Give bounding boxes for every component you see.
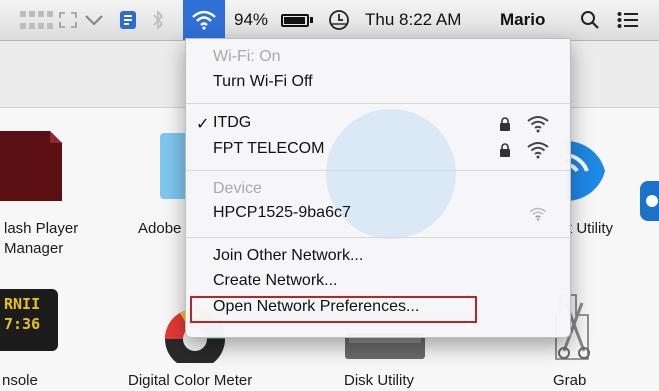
wifi-status-label: Wi-Fi: On bbox=[213, 48, 281, 65]
join-other-network-item[interactable]: Join Other Network... bbox=[213, 247, 363, 265]
wifi-dropdown-menu: Wi-Fi: On Turn Wi-Fi Off ✓ ITDG FPT TELE… bbox=[185, 38, 571, 338]
notification-center-icon[interactable] bbox=[617, 0, 639, 40]
network-item-itdg[interactable]: ITDG bbox=[213, 114, 251, 132]
wifi-signal-icon bbox=[527, 142, 549, 159]
app-label-grab: Grab bbox=[553, 372, 587, 389]
search-icon[interactable] bbox=[580, 0, 600, 40]
wifi-menu-icon[interactable] bbox=[183, 0, 225, 40]
flash-player-app-icon[interactable] bbox=[0, 131, 65, 201]
bluetooth-icon[interactable] bbox=[152, 0, 164, 40]
menu-bar: 94% Thu 8:22 AM Mario bbox=[0, 0, 659, 41]
menu-separator bbox=[186, 237, 570, 238]
menu-extra-grid-icon[interactable] bbox=[20, 9, 54, 31]
device-section-header: Device bbox=[213, 180, 262, 197]
chevron-down-icon[interactable] bbox=[84, 0, 104, 40]
checkmark-icon: ✓ bbox=[196, 116, 210, 133]
lock-icon bbox=[500, 143, 510, 157]
menu-separator bbox=[186, 170, 570, 171]
battery-icon[interactable] bbox=[281, 0, 313, 40]
app-label-console: nsole bbox=[2, 372, 38, 389]
app-label-digital-color-meter: Digital Color Meter bbox=[128, 372, 253, 389]
create-network-item[interactable]: Create Network... bbox=[213, 272, 337, 290]
teamviewer-app-icon[interactable] bbox=[640, 181, 659, 221]
console-app-icon[interactable]: RNII 7:36 bbox=[0, 289, 58, 351]
wifi-signal-weak-icon bbox=[529, 207, 547, 221]
user-name[interactable]: Mario bbox=[500, 0, 545, 40]
app-label-flash-player: lash Player Manager bbox=[4, 220, 79, 257]
annotation-highlight-box bbox=[190, 296, 477, 323]
device-item-hpcp1525[interactable]: HPCP1525-9ba6c7 bbox=[213, 204, 351, 222]
lock-icon bbox=[500, 117, 510, 131]
airport-utility-app-icon[interactable] bbox=[564, 140, 607, 202]
battery-percent[interactable]: 94% bbox=[234, 0, 268, 40]
expand-arrows-icon[interactable] bbox=[58, 0, 78, 40]
shield-app-icon[interactable] bbox=[119, 0, 137, 40]
app-label-airport-utility: t Utility bbox=[568, 220, 613, 237]
time-machine-icon[interactable] bbox=[328, 0, 350, 40]
network-item-fpt-telecom[interactable]: FPT TELECOM bbox=[213, 140, 324, 158]
app-label-adobe: Adobe bbox=[138, 220, 182, 237]
clock[interactable]: Thu 8:22 AM bbox=[365, 0, 461, 40]
wifi-signal-icon bbox=[527, 116, 549, 133]
console-icon-text-2: 7:36 bbox=[4, 315, 41, 333]
turn-wifi-off-item[interactable]: Turn Wi-Fi Off bbox=[213, 73, 313, 91]
menu-separator bbox=[186, 103, 570, 104]
console-icon-text-1: RNII bbox=[4, 295, 41, 313]
app-label-disk-utility: Disk Utility bbox=[344, 372, 414, 389]
